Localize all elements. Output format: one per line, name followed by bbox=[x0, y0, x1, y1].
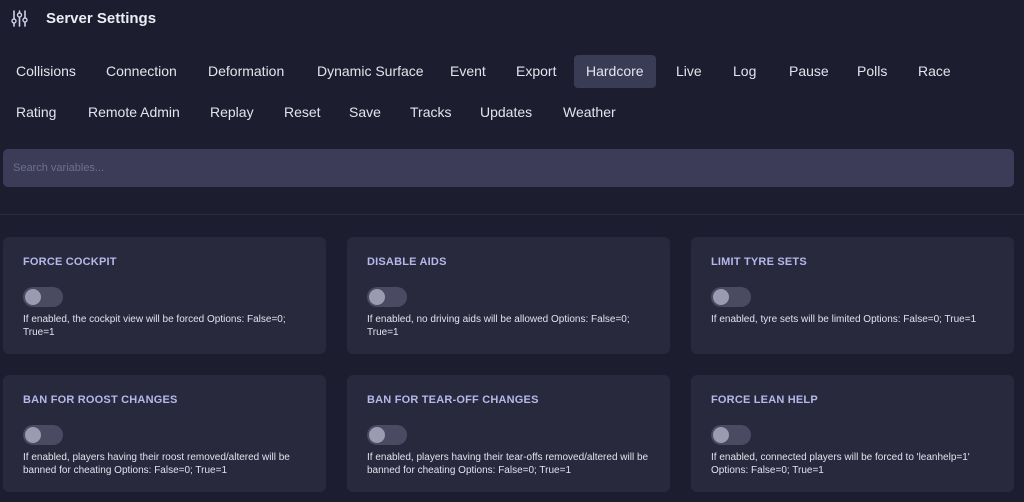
toggle-knob bbox=[369, 289, 385, 305]
setting-title: BAN FOR TEAR-OFF CHANGES bbox=[367, 394, 539, 406]
tab-save[interactable]: Save bbox=[337, 96, 393, 129]
setting-card-ban-roost-changes: BAN FOR ROOST CHANGES If enabled, player… bbox=[3, 375, 326, 492]
tab-event[interactable]: Event bbox=[438, 55, 498, 88]
tab-tracks[interactable]: Tracks bbox=[398, 96, 463, 129]
tab-reset[interactable]: Reset bbox=[272, 96, 333, 129]
tab-dynamic-surface[interactable]: Dynamic Surface bbox=[305, 55, 436, 88]
tab-pause[interactable]: Pause bbox=[777, 55, 841, 88]
setting-description: If enabled, players having their tear-of… bbox=[367, 452, 649, 476]
setting-card-limit-tyre-sets: LIMIT TYRE SETS If enabled, tyre sets wi… bbox=[691, 237, 1014, 354]
setting-card-ban-tear-off-changes: BAN FOR TEAR-OFF CHANGES If enabled, pla… bbox=[347, 375, 670, 492]
tab-collisions[interactable]: Collisions bbox=[4, 55, 88, 88]
toggle-switch[interactable] bbox=[711, 287, 751, 307]
page-title: Server Settings bbox=[46, 10, 157, 27]
setting-description: If enabled, no driving aids will be allo… bbox=[367, 314, 630, 338]
toggle-knob bbox=[25, 427, 41, 443]
tab-replay[interactable]: Replay bbox=[198, 96, 266, 129]
tab-deformation[interactable]: Deformation bbox=[196, 55, 296, 88]
setting-description: If enabled, the cockpit view will be for… bbox=[23, 314, 286, 338]
setting-title: FORCE LEAN HELP bbox=[711, 394, 818, 406]
search-input[interactable] bbox=[3, 149, 1014, 187]
setting-description: If enabled, players having their roost r… bbox=[23, 452, 290, 476]
setting-card-force-cockpit: FORCE COCKPIT If enabled, the cockpit vi… bbox=[3, 237, 326, 354]
toggle-knob bbox=[25, 289, 41, 305]
toggle-knob bbox=[713, 427, 729, 443]
tab-rating[interactable]: Rating bbox=[4, 96, 68, 129]
toggle-switch[interactable] bbox=[367, 287, 407, 307]
tab-weather[interactable]: Weather bbox=[551, 96, 628, 129]
sliders-icon bbox=[11, 10, 28, 27]
toggle-switch[interactable] bbox=[367, 425, 407, 445]
setting-description: If enabled, connected players will be fo… bbox=[711, 452, 970, 476]
tab-export[interactable]: Export bbox=[504, 55, 568, 88]
toggle-switch[interactable] bbox=[23, 425, 63, 445]
setting-title: FORCE COCKPIT bbox=[23, 256, 117, 268]
toggle-switch[interactable] bbox=[23, 287, 63, 307]
tab-hardcore[interactable]: Hardcore bbox=[574, 55, 656, 88]
tab-live[interactable]: Live bbox=[664, 55, 714, 88]
toggle-switch[interactable] bbox=[711, 425, 751, 445]
divider bbox=[0, 214, 1024, 215]
setting-title: LIMIT TYRE SETS bbox=[711, 256, 807, 268]
setting-card-disable-aids: DISABLE AIDS If enabled, no driving aids… bbox=[347, 237, 670, 354]
tab-connection[interactable]: Connection bbox=[94, 55, 189, 88]
header: Server Settings bbox=[0, 0, 1024, 38]
setting-description: If enabled, tyre sets will be limited Op… bbox=[711, 314, 977, 325]
setting-title: BAN FOR ROOST CHANGES bbox=[23, 394, 178, 406]
toggle-knob bbox=[369, 427, 385, 443]
tab-updates[interactable]: Updates bbox=[468, 96, 544, 129]
tab-remote-admin[interactable]: Remote Admin bbox=[76, 96, 192, 129]
tab-polls[interactable]: Polls bbox=[845, 55, 899, 88]
tab-log[interactable]: Log bbox=[721, 55, 768, 88]
toggle-knob bbox=[713, 289, 729, 305]
tab-race[interactable]: Race bbox=[906, 55, 963, 88]
setting-card-force-lean-help: FORCE LEAN HELP If enabled, connected pl… bbox=[691, 375, 1014, 492]
setting-title: DISABLE AIDS bbox=[367, 256, 447, 268]
